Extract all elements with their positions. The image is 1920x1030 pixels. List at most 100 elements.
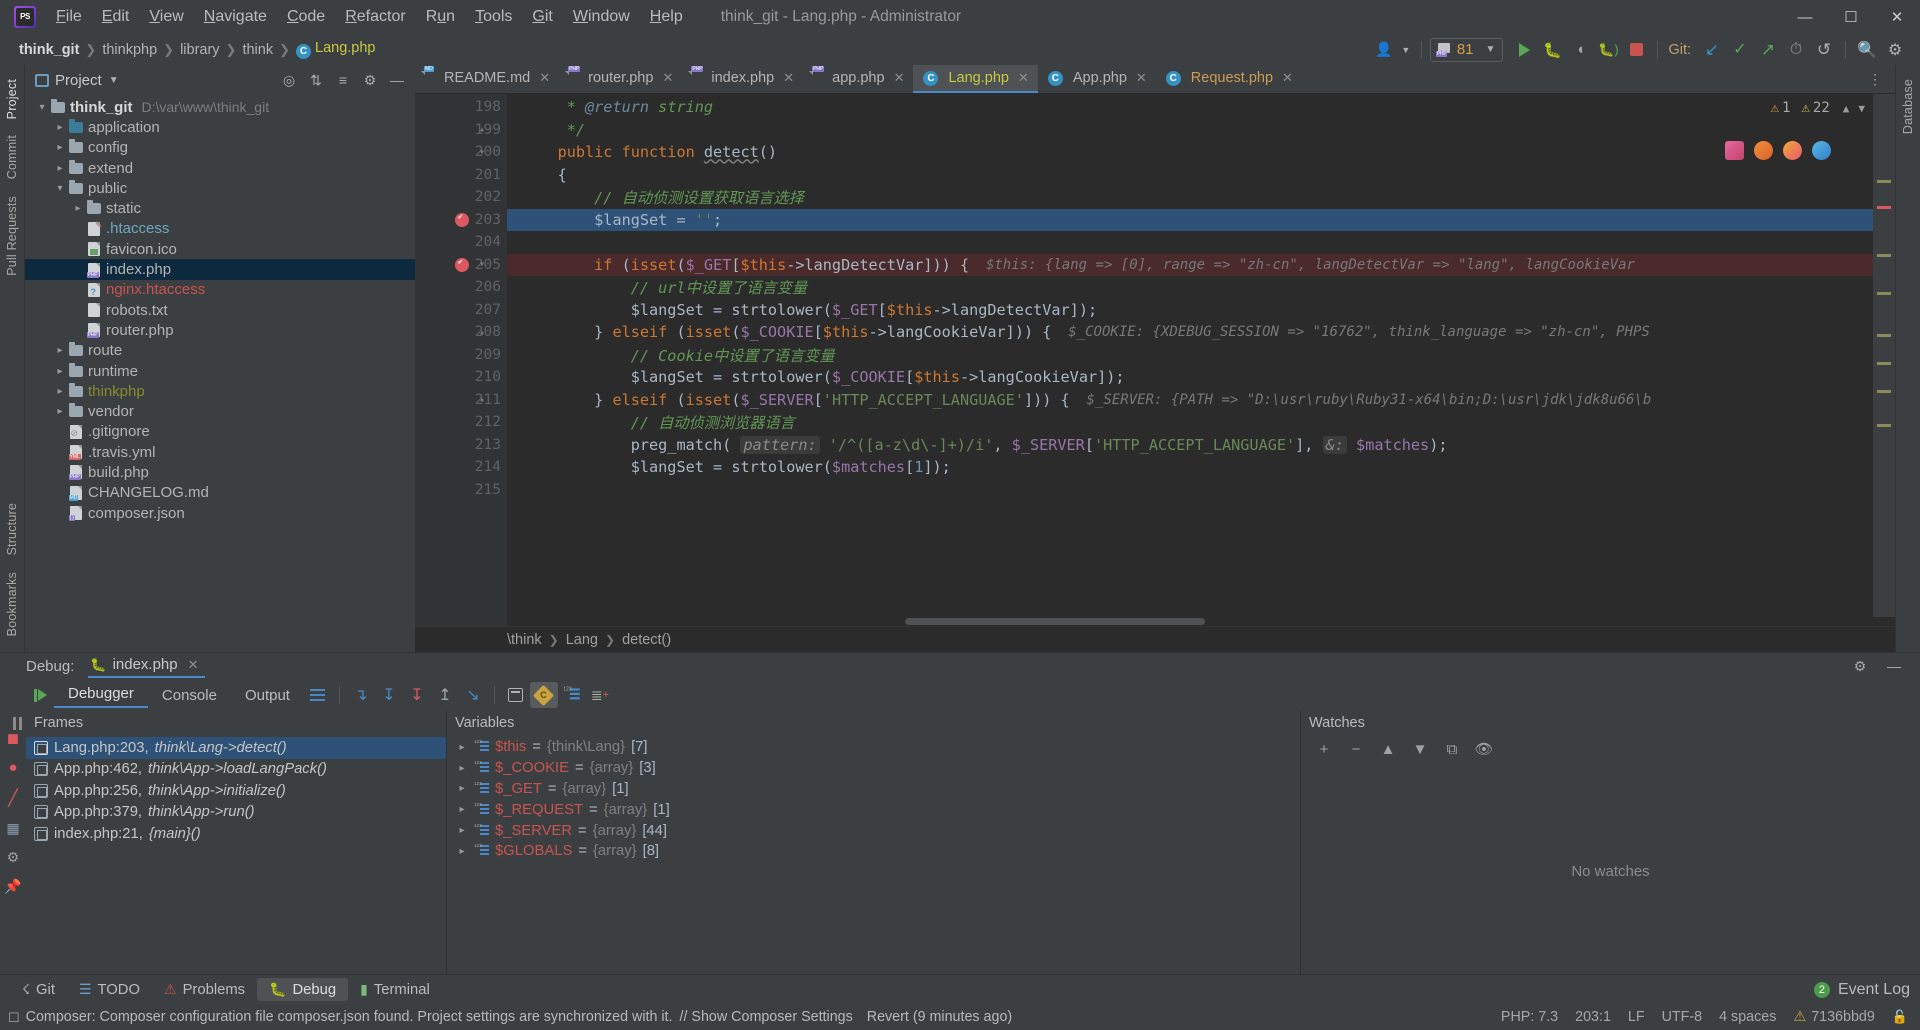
tree-item-route[interactable]: route xyxy=(25,341,415,361)
variables-view-icon[interactable] xyxy=(558,682,586,708)
restore-layout-icon[interactable]: ▦ xyxy=(6,820,19,837)
window-controls[interactable]: — ☐ ✕ xyxy=(1782,0,1920,34)
tree-item-application[interactable]: application xyxy=(25,117,415,137)
tree-item-changelog-md[interactable]: MD CHANGELOG.md xyxy=(25,483,415,503)
line-separator[interactable]: LF xyxy=(1628,1009,1645,1025)
gutter-line-211[interactable]: 211 ▴ xyxy=(415,389,507,412)
close-icon[interactable]: ✕ xyxy=(1018,70,1029,86)
tree-item-public[interactable]: public xyxy=(25,178,415,198)
edge-browser-icon[interactable] xyxy=(1812,141,1831,160)
close-icon[interactable]: ✕ xyxy=(539,70,550,86)
chevron-down-icon[interactable]: ▼ xyxy=(1486,44,1496,55)
sidebar-item-bookmarks[interactable]: Bookmarks xyxy=(2,564,22,644)
menu-run[interactable]: Run xyxy=(416,4,465,30)
debug-icon[interactable]: 🐛 xyxy=(1539,38,1565,62)
variables-list[interactable]: ▸ $this = {think\Lang} [7] ▸ $_COOKIE = {array} [… xyxy=(447,735,1300,974)
user-avatar-icon[interactable]: 👤 xyxy=(1371,38,1397,62)
menu-refactor[interactable]: Refactor xyxy=(335,4,415,30)
menu-navigate[interactable]: Navigate xyxy=(194,4,277,30)
editor-code[interactable]: ⚠ 1 ⚠ 22 ▲ ▼ * @return string */ public … xyxy=(507,94,1895,626)
tab-debugger[interactable]: Debugger xyxy=(54,682,148,708)
tree-item-vendor[interactable]: vendor xyxy=(25,401,415,421)
fold-start-icon[interactable]: ▾ xyxy=(479,147,485,158)
code-line-199[interactable]: */ xyxy=(507,119,1895,142)
breakpoint-icon[interactable] xyxy=(455,212,469,227)
code-line-203[interactable]: $langSet = ''; xyxy=(507,208,1895,231)
view-icon[interactable]: 👁 xyxy=(1471,737,1497,761)
variable-row[interactable]: ▸ $_GET = {array} [1] xyxy=(447,779,1300,800)
variable-row[interactable]: ▸ $_SERVER = {array} [44] xyxy=(447,820,1300,841)
tool-button-debug[interactable]: 🐛 Debug xyxy=(257,978,349,1001)
code-line-200[interactable]: public function detect() xyxy=(507,141,1895,164)
settings-icon[interactable]: ⚙ xyxy=(1848,655,1872,677)
breakpoint-icon[interactable] xyxy=(455,257,469,272)
breadcrumb-item-2[interactable]: library xyxy=(175,41,224,59)
editor-tab-app-php[interactable]: C App.php ✕ xyxy=(1038,65,1156,93)
chevron-right-icon[interactable]: ▸ xyxy=(455,804,469,815)
gutter-line-204[interactable]: 204 xyxy=(415,231,507,254)
resume-program-icon[interactable] xyxy=(26,682,54,708)
run-to-cursor-icon[interactable]: ↘ xyxy=(459,682,487,708)
fold-end-icon[interactable]: ▴ xyxy=(479,327,485,338)
evaluate-expression-icon[interactable] xyxy=(502,682,530,708)
revert-link[interactable]: Revert (9 minutes ago) xyxy=(867,1009,1012,1025)
force-step-into-icon[interactable]: ↧ xyxy=(403,682,431,708)
tree-item-composer-json[interactable]: { } composer.json xyxy=(25,503,415,523)
chevron-right-icon[interactable] xyxy=(53,345,67,356)
gutter-line-200[interactable]: 200 ▾ xyxy=(415,141,507,164)
chevron-right-icon[interactable]: ▸ xyxy=(455,825,469,836)
rollback-icon[interactable]: ↺ xyxy=(1811,38,1837,62)
gutter-line-199[interactable]: 199 ▴ xyxy=(415,119,507,142)
tab-console[interactable]: Console xyxy=(148,684,231,707)
show-composer-settings-link[interactable]: // Show Composer Settings xyxy=(680,1009,853,1025)
chevron-right-icon[interactable] xyxy=(53,122,67,133)
menu-help[interactable]: Help xyxy=(640,4,693,30)
ide-browser-icon[interactable] xyxy=(1725,141,1744,160)
code-line-206[interactable]: // url中设置了语言变量 xyxy=(507,276,1895,299)
variable-row[interactable]: ▸ $GLOBALS = {array} [8] xyxy=(447,841,1300,862)
stop-session-icon[interactable]: ◼ xyxy=(7,729,19,747)
search-icon[interactable]: 🔍 xyxy=(1854,38,1880,62)
tool-button-todo[interactable]: ☰ TODO xyxy=(67,978,152,1001)
chevron-right-icon[interactable]: ▸ xyxy=(455,783,469,794)
code-line-202[interactable]: // 自动侦测设置获取语言选择 xyxy=(507,186,1895,209)
breadcrumb-item-1[interactable]: thinkphp xyxy=(97,41,162,59)
tree-item-config[interactable]: config xyxy=(25,138,415,158)
layout-settings-icon[interactable] xyxy=(304,682,332,708)
tree-item-favicon-ico[interactable]: favicon.ico xyxy=(25,239,415,259)
chevron-down-icon[interactable]: ▼ xyxy=(1399,38,1413,62)
variable-row[interactable]: ▸ $_COOKIE = {array} [3] xyxy=(447,758,1300,779)
remove-watch-icon[interactable]: − xyxy=(1343,737,1369,761)
indent-setting[interactable]: 4 spaces xyxy=(1719,1009,1776,1025)
editor-tab-router-php[interactable]: PHP router.php ✕ xyxy=(559,65,682,93)
close-icon[interactable]: ✕ xyxy=(1282,70,1293,86)
chrome-browser-icon[interactable] xyxy=(1754,141,1773,160)
gutter-line-213[interactable]: 213 xyxy=(415,434,507,457)
settings-icon[interactable]: ⚙ xyxy=(358,69,382,91)
tree-item-router-php[interactable]: PHP router.php xyxy=(25,320,415,340)
tree-item-runtime[interactable]: runtime xyxy=(25,361,415,381)
run-configuration-selector[interactable]: 81 ▼ xyxy=(1429,37,1504,62)
code-line-212[interactable]: // 自动侦测浏览器语言 xyxy=(507,411,1895,434)
close-icon[interactable]: ✕ xyxy=(894,70,905,86)
variable-row[interactable]: ▸ $_REQUEST = {array} [1] xyxy=(447,799,1300,820)
chevron-right-icon[interactable] xyxy=(53,406,67,417)
event-log-label[interactable]: Event Log xyxy=(1838,981,1910,999)
gutter-line-198[interactable]: 198 xyxy=(415,96,507,119)
chevron-right-icon[interactable] xyxy=(53,163,67,174)
browser-preview-icons[interactable] xyxy=(1725,141,1831,160)
hide-panel-icon[interactable]: — xyxy=(385,69,409,91)
chevron-up-icon[interactable]: ▲ xyxy=(1843,102,1850,115)
fold-end-icon[interactable]: ▴ xyxy=(479,394,485,405)
code-line-215[interactable] xyxy=(507,479,1895,502)
tree-item--htaccess[interactable]: ✎ .htaccess xyxy=(25,219,415,239)
tree-item--travis-yml[interactable]: YML .travis.yml xyxy=(25,442,415,462)
profile-icon[interactable]: 🐛) xyxy=(1595,38,1621,62)
coverage-icon[interactable]: ◖ xyxy=(1567,38,1593,62)
menu-git[interactable]: Git xyxy=(522,4,562,30)
editor-tab-index-php[interactable]: PHP index.php ✕ xyxy=(682,65,803,93)
code-line-208[interactable]: } elseif (isset($_COOKIE[$this ->langCook… xyxy=(507,321,1895,344)
code-line-205[interactable]: if (isset($_GET[$this ->langDetectVar])) … xyxy=(507,253,1895,276)
tree-item-build-php[interactable]: PHP build.php xyxy=(25,462,415,482)
gutter-line-203[interactable]: 203 xyxy=(415,209,507,232)
